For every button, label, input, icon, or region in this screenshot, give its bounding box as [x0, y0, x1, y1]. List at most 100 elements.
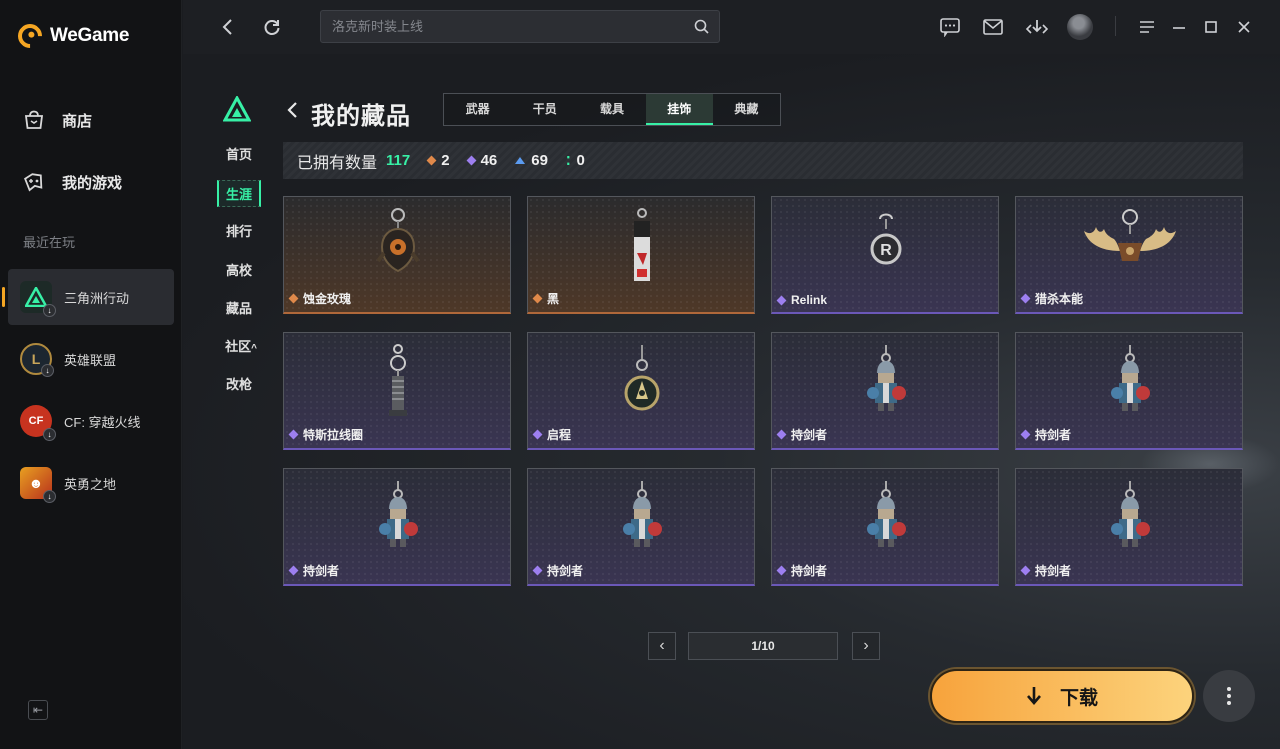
messages-button[interactable] — [937, 14, 963, 40]
refresh-icon — [264, 20, 280, 35]
charm-card[interactable]: 蚀金玫瑰 — [283, 196, 511, 314]
rarity-gem-blue-icon — [515, 157, 526, 164]
next-page-button[interactable]: › — [852, 632, 880, 660]
wegame-logo[interactable]: WeGame — [13, 19, 130, 53]
owned-count-label: 已拥有数量 — [297, 154, 378, 172]
crossfire-icon: CF ↓ — [20, 405, 56, 441]
game-nav-collection[interactable]: 藏品 — [217, 298, 261, 317]
charm-name-row: 启程 — [532, 426, 572, 443]
tab-operators[interactable]: 干员 — [511, 94, 578, 125]
recent-game-label: 英雄联盟 — [64, 352, 117, 368]
user-avatar[interactable] — [1067, 14, 1093, 40]
recent-game-delta-force[interactable]: ↓ 三角洲行动 — [2, 269, 174, 325]
charm-card[interactable]: R Relink — [771, 196, 999, 314]
shop-bag-icon — [22, 108, 46, 132]
game-nav-career[interactable]: 生涯 — [217, 180, 261, 207]
charm-name: 特斯拉线圈 — [303, 428, 364, 442]
knight-figure-charm-image — [772, 343, 998, 425]
mail-button[interactable] — [980, 14, 1006, 40]
recent-game-brave-land[interactable]: ☻ ↓ 英勇之地 — [8, 455, 174, 511]
knight-figure-charm-image — [1016, 479, 1242, 561]
charm-name: 启程 — [547, 428, 572, 442]
collapse-arrow-icon: ⇤ — [32, 703, 44, 717]
charm-name: 黑 — [547, 292, 560, 306]
golden-rose-charm-image — [284, 207, 510, 289]
close-button[interactable] — [1231, 14, 1257, 40]
charm-name-row: Relink — [776, 293, 827, 307]
charm-card[interactable]: 持剑者 — [1015, 332, 1243, 450]
delta-force-icon: ↓ — [20, 281, 56, 317]
back-button[interactable] — [215, 14, 241, 40]
minimize-button[interactable] — [1166, 14, 1192, 40]
sidebar-item-shop[interactable]: 商店 — [22, 108, 172, 132]
tab-vehicles[interactable]: 载具 — [578, 94, 645, 125]
charm-card[interactable]: 黑 — [527, 196, 755, 314]
charm-card[interactable]: 持剑者 — [1015, 468, 1243, 586]
chevron-left-icon: ‹ — [659, 637, 665, 654]
charm-name-row: 持剑者 — [1020, 426, 1072, 443]
maximize-button[interactable] — [1198, 14, 1224, 40]
charm-name-row: 持剑者 — [776, 426, 828, 443]
charm-card[interactable]: 持剑者 — [771, 332, 999, 450]
recent-game-league-of-legends[interactable]: L ↓ 英雄联盟 — [8, 331, 174, 387]
download-badge-icon: ↓ — [41, 364, 54, 377]
menu-icon — [1140, 21, 1154, 33]
game-nav-ranking[interactable]: 排行 — [217, 221, 261, 240]
download-badge-icon: ↓ — [43, 428, 56, 441]
search-box — [320, 10, 720, 43]
refresh-button[interactable] — [259, 14, 285, 40]
collection-back-button[interactable] — [287, 100, 299, 126]
download-arrow-icon — [1026, 687, 1041, 705]
charm-card[interactable]: 持剑者 — [283, 468, 511, 586]
tab-collectibles[interactable]: 典藏 — [713, 94, 780, 125]
antler-charm-image — [1016, 207, 1242, 289]
recent-section-title: 最近在玩 — [23, 235, 76, 250]
top-bar — [183, 0, 1280, 54]
message-icon — [940, 18, 960, 37]
charm-card[interactable]: 特斯拉线圈 — [283, 332, 511, 450]
charm-name: 蚀金玫瑰 — [303, 292, 352, 306]
download-badge-icon: ↓ — [43, 304, 56, 317]
search-icon[interactable] — [694, 19, 709, 34]
game-nav-home[interactable]: 首页 — [217, 144, 261, 163]
charm-card[interactable]: 持剑者 — [771, 468, 999, 586]
rarity-purple-icon — [1020, 429, 1031, 440]
charm-name-row: 持剑者 — [776, 562, 827, 579]
charm-card[interactable]: 持剑者 — [527, 468, 755, 586]
sidebar-item-my-games[interactable]: 我的游戏 — [22, 170, 172, 194]
charm-name: 持剑者 — [303, 564, 340, 578]
game-nav-community[interactable]: 社区^ — [217, 336, 265, 355]
more-options-button[interactable] — [1203, 670, 1255, 722]
brave-land-icon: ☻ ↓ — [20, 467, 56, 503]
charm-name-row: 持剑者 — [1020, 562, 1071, 579]
download-label: 下载 — [1059, 687, 1098, 709]
game-nav-university[interactable]: 高校 — [217, 260, 261, 279]
recent-game-crossfire[interactable]: CF ↓ CF: 穿越火线 — [8, 393, 174, 449]
tab-charms[interactable]: 挂饰 — [645, 94, 713, 125]
download-manager-button[interactable] — [1024, 14, 1050, 40]
game-nav-gunsmith[interactable]: 改枪 — [217, 374, 261, 393]
recent-game-label: CF: 穿越火线 — [64, 414, 141, 430]
rarity-count-green: ⁚ 0 — [566, 152, 585, 169]
black-tag-charm-image — [528, 207, 754, 289]
rarity-purple-icon — [776, 429, 787, 440]
rarity-gem-green-icon: ⁚ — [565, 153, 571, 168]
charm-card[interactable]: 猎杀本能 — [1015, 196, 1243, 314]
chevron-right-icon: › — [863, 637, 869, 654]
tab-weapons[interactable]: 武器 — [444, 94, 511, 125]
tesla-coil-charm-image — [284, 343, 510, 425]
charm-card[interactable]: 启程 — [527, 332, 755, 450]
app-name: WeGame — [50, 25, 130, 46]
prev-page-button[interactable]: ‹ — [648, 632, 676, 660]
main-menu-button[interactable] — [1134, 14, 1160, 40]
rarity-count-blue: 69 — [515, 152, 548, 169]
recent-game-label: 三角洲行动 — [64, 290, 130, 306]
rarity-purple-icon — [532, 565, 543, 576]
wegame-window: WeGame 商店 我的游戏 最近在玩 ↓ 三角洲行动 L ↓ 英雄联盟 CF … — [0, 0, 1280, 749]
charm-name: 持剑者 — [1035, 428, 1072, 442]
page-indicator: 1/10 — [688, 632, 838, 660]
charm-name: 持剑者 — [791, 428, 828, 442]
download-button[interactable]: 下载 — [930, 669, 1194, 723]
collapse-sidebar-button[interactable]: ⇤ — [28, 700, 48, 720]
search-input[interactable] — [321, 11, 681, 42]
